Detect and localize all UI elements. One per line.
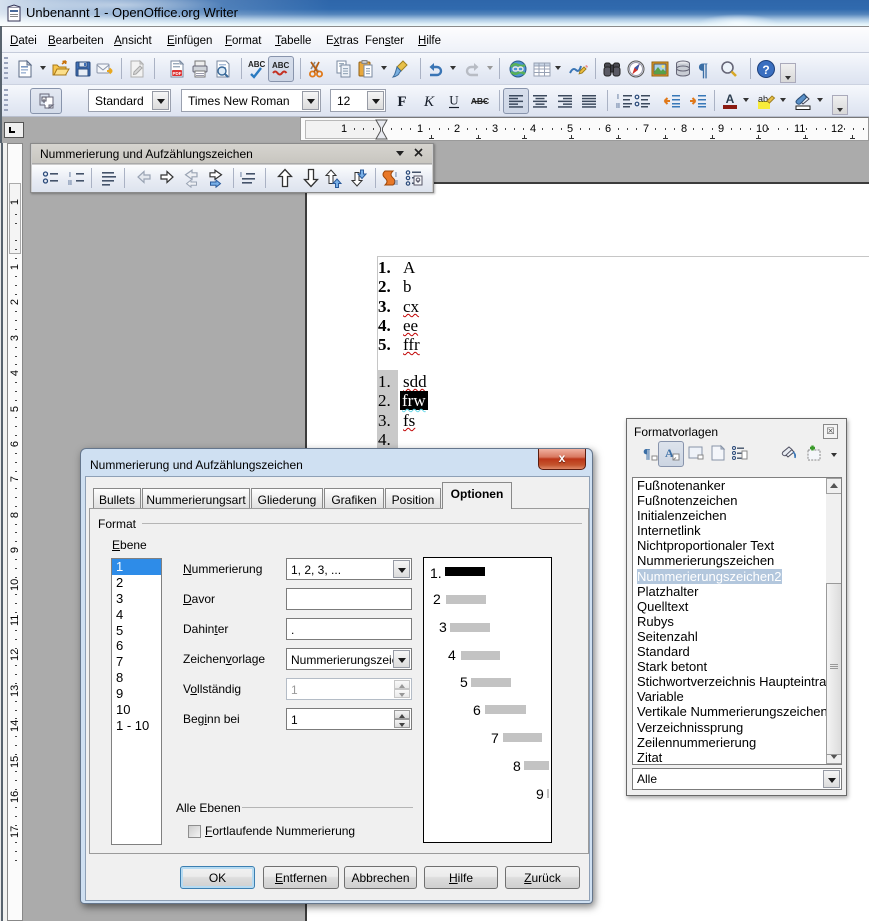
svg-text:ab: ab [758, 94, 768, 104]
svg-text:I: I [395, 172, 397, 179]
svg-text:U: U [449, 93, 459, 108]
svg-text:II: II [394, 180, 398, 187]
svg-text:A: A [726, 92, 735, 106]
svg-text:PDF: PDF [173, 71, 182, 76]
svg-text:F: F [397, 94, 406, 110]
svg-text:I: I [617, 94, 619, 101]
svg-text:¶: ¶ [643, 447, 651, 462]
svg-text:ABC: ABC [272, 61, 290, 70]
svg-text:I: I [69, 172, 71, 179]
svg-text:¶: ¶ [698, 60, 708, 79]
svg-text:II: II [68, 180, 72, 187]
svg-text:I: I [240, 172, 242, 179]
svg-text:ABC: ABC [248, 60, 266, 69]
svg-text:?: ? [762, 63, 769, 77]
svg-text:K: K [423, 94, 435, 110]
svg-text:II: II [616, 103, 620, 110]
